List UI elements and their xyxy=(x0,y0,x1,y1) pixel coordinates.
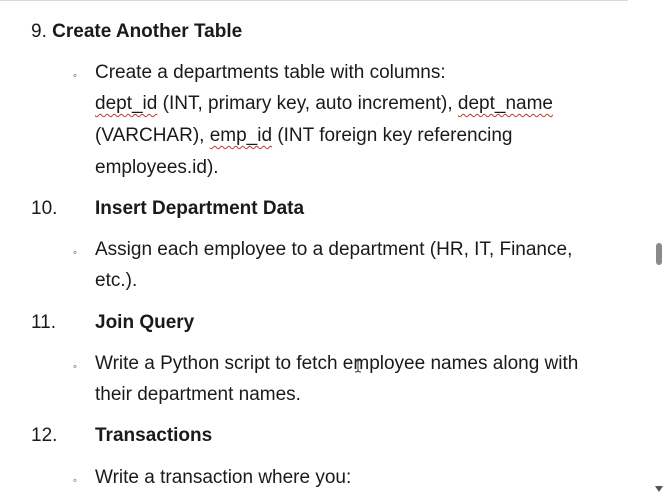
bullet-icon: ◦ xyxy=(73,247,77,259)
text-cursor-icon xyxy=(354,359,362,373)
item-9-title: Create Another Table xyxy=(52,21,243,42)
bullet-icon: ◦ xyxy=(73,70,77,82)
item-12-number: 12. xyxy=(31,425,58,446)
item-10-number: 10. xyxy=(31,198,58,219)
spellcheck-word-dept-name: dept_name xyxy=(457,93,553,114)
document-page: 9. Create Another Table ◦ Create a depar… xyxy=(0,0,650,499)
item-10-bullet-line-2: etc.). xyxy=(95,270,138,291)
item-12-bullet-line-1: Write a transaction where you: xyxy=(95,467,352,488)
item-10-bullet-line-1: Assign each employee to a department (HR… xyxy=(95,239,573,260)
item-11-bullet-line-1: Write a Python script to fetch employee … xyxy=(95,353,579,374)
item-9-bullet-line-1: Create a departments table with columns: xyxy=(95,62,446,83)
spellcheck-word-emp-id: emp_id xyxy=(209,125,273,146)
item-12-title: Transactions xyxy=(95,425,213,446)
item-9-heading: 9. Create Another Table xyxy=(31,20,242,44)
item-9-line-3-text-c: (INT foreign key referencing xyxy=(272,125,513,146)
item-9-bullet-line-2: dept_id (INT, primary key, auto incremen… xyxy=(95,92,553,116)
item-11-number: 11. xyxy=(31,312,57,333)
bullet-icon: ◦ xyxy=(73,475,77,487)
scroll-down-arrow-icon[interactable] xyxy=(655,486,663,492)
item-11-title: Join Query xyxy=(95,312,195,333)
item-9-bullet-line-4: employees.id). xyxy=(95,157,219,178)
item-9-line-2-text: (INT, primary key, auto increment), xyxy=(157,93,458,114)
spellcheck-word-dept-id: dept_id xyxy=(95,93,158,114)
vertical-scrollbar[interactable] xyxy=(652,0,666,499)
item-9-line-3-text-a: (VARCHAR), xyxy=(95,125,210,146)
bullet-icon: ◦ xyxy=(73,361,77,373)
item-11-bullet-line-2: their department names. xyxy=(95,384,301,405)
scrollbar-thumb[interactable] xyxy=(656,243,662,265)
item-9-bullet-line-3: (VARCHAR), emp_id (INT foreign key refer… xyxy=(95,124,512,148)
item-10-title: Insert Department Data xyxy=(95,198,305,219)
item-9-number: 9. xyxy=(31,21,47,42)
